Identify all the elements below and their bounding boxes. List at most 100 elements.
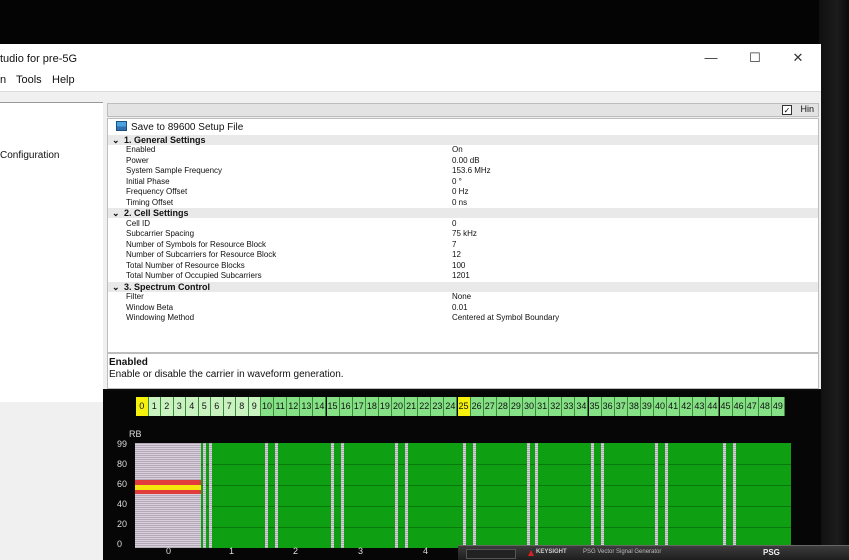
property-row[interactable]: Filter None — [108, 292, 818, 302]
property-value[interactable]: Centered at Symbol Boundary — [452, 313, 559, 323]
subframe-cell[interactable]: 29 — [509, 397, 523, 416]
property-row[interactable]: Window Beta 0.01 — [108, 303, 818, 313]
subframe-cell[interactable]: 32 — [549, 397, 563, 416]
subframe-cell[interactable]: 31 — [536, 397, 550, 416]
property-value[interactable]: 0 ° — [452, 177, 462, 187]
subframe-cell[interactable]: 0 — [136, 397, 149, 416]
subframe-cell[interactable]: 21 — [405, 397, 419, 416]
menu-item-tools[interactable]: Tools — [16, 74, 42, 86]
tree-item-configuration[interactable]: Configuration — [0, 150, 59, 161]
subframe-cell[interactable]: 18 — [365, 397, 379, 416]
subframe-selector[interactable]: 0 1 2 3 4 5 6 7 8 9 10 11 12 13 14 15 16 17 18 19 20 21 22 23 24… — [136, 397, 785, 416]
subframe-cell[interactable]: 22 — [418, 397, 432, 416]
property-value[interactable]: 75 kHz — [452, 229, 477, 239]
subframe-cell[interactable]: 15 — [326, 397, 340, 416]
property-row[interactable]: Enabled On — [108, 145, 818, 155]
subframe-cell[interactable]: 10 — [261, 397, 275, 416]
property-row[interactable]: Initial Phase 0 ° — [108, 177, 818, 187]
property-row[interactable]: Number of Symbols for Resource Block 7 — [108, 240, 818, 250]
subframe-cell[interactable]: 34 — [575, 397, 589, 416]
subframe-cell[interactable]: 13 — [300, 397, 314, 416]
subframe-cell[interactable]: 33 — [562, 397, 576, 416]
subframe-cell[interactable]: 49 — [771, 397, 785, 416]
subframe-cell[interactable]: 23 — [431, 397, 445, 416]
subframe-cell[interactable]: 28 — [496, 397, 510, 416]
subframe-cell[interactable]: 7 — [223, 397, 236, 416]
section-cell-settings[interactable]: ⌄ 2. Cell Settings — [108, 208, 818, 218]
section-general-settings[interactable]: ⌄ 1. General Settings — [108, 135, 818, 145]
property-value[interactable]: 1201 — [452, 271, 470, 281]
subframe-cell[interactable]: 25 — [457, 397, 471, 416]
subframe-cell[interactable]: 19 — [378, 397, 392, 416]
property-row[interactable]: Total Number of Resource Blocks 100 — [108, 261, 818, 271]
subframe-cell[interactable]: 24 — [444, 397, 458, 416]
close-button[interactable]: ✕ — [778, 46, 818, 70]
subframe-cell[interactable]: 2 — [161, 397, 174, 416]
subframe-cell[interactable]: 16 — [339, 397, 353, 416]
window-title: tudio for pre-5G — [0, 53, 78, 65]
subframe-cell[interactable]: 3 — [173, 397, 186, 416]
property-value[interactable]: 0 — [452, 219, 456, 229]
resource-grid-plot[interactable] — [135, 443, 791, 548]
save-setup-button[interactable]: Save to 89600 Setup File — [116, 121, 243, 135]
reference-signal-column — [601, 443, 604, 548]
subframe-cell[interactable]: 8 — [236, 397, 249, 416]
property-value[interactable]: 12 — [452, 250, 461, 260]
hin-checkbox[interactable]: ✓ — [782, 105, 792, 115]
property-value[interactable]: None — [452, 292, 471, 302]
property-row[interactable]: Number of Subcarriers for Resource Block… — [108, 250, 818, 260]
property-row[interactable]: Timing Offset 0 ns — [108, 198, 818, 208]
subframe-cell[interactable]: 47 — [745, 397, 759, 416]
property-name: Initial Phase — [126, 176, 170, 186]
subframe-cell[interactable]: 43 — [693, 397, 707, 416]
property-value[interactable]: 100 — [452, 261, 465, 271]
minimize-button[interactable]: — — [691, 46, 731, 70]
subframe-cell[interactable]: 30 — [523, 397, 537, 416]
property-row[interactable]: Frequency Offset 0 Hz — [108, 187, 818, 197]
property-value[interactable]: 0.00 dB — [452, 156, 480, 166]
section-spectrum-control[interactable]: ⌄ 3. Spectrum Control — [108, 281, 818, 292]
subframe-cell[interactable]: 42 — [680, 397, 694, 416]
subframe-cell[interactable]: 17 — [352, 397, 366, 416]
subframe-cell[interactable]: 35 — [588, 397, 602, 416]
menu-item-partial[interactable]: n — [0, 74, 6, 86]
property-row[interactable]: Subcarrier Spacing 75 kHz — [108, 229, 818, 239]
subframe-cell[interactable]: 9 — [248, 397, 261, 416]
property-row[interactable]: Total Number of Occupied Subcarriers 1201 — [108, 271, 818, 281]
subframe-cell[interactable]: 14 — [313, 397, 327, 416]
subframe-cell[interactable]: 6 — [211, 397, 224, 416]
menu-item-help[interactable]: Help — [52, 74, 75, 86]
property-value[interactable]: 0 Hz — [452, 187, 468, 197]
subframe-cell[interactable]: 37 — [614, 397, 628, 416]
subframe-cell[interactable]: 46 — [732, 397, 746, 416]
property-value[interactable]: 0.01 — [452, 303, 468, 313]
property-name: Cell ID — [126, 218, 151, 228]
property-value[interactable]: 0 ns — [452, 198, 467, 208]
maximize-button[interactable]: ☐ — [735, 46, 775, 70]
subframe-cell[interactable]: 20 — [392, 397, 406, 416]
property-value[interactable]: On — [452, 145, 463, 155]
subframe-cell[interactable]: 4 — [186, 397, 199, 416]
subframe-cell[interactable]: 44 — [706, 397, 720, 416]
subframe-cell[interactable]: 11 — [274, 397, 288, 416]
subframe-cell[interactable]: 45 — [719, 397, 733, 416]
property-name: Windowing Method — [126, 313, 195, 322]
property-value[interactable]: 153.6 MHz — [452, 166, 491, 176]
subframe-cell[interactable]: 38 — [627, 397, 641, 416]
subframe-cell[interactable]: 36 — [601, 397, 615, 416]
subframe-cell[interactable]: 40 — [654, 397, 668, 416]
subframe-cell[interactable]: 5 — [198, 397, 211, 416]
property-row[interactable]: Windowing Method Centered at Symbol Bound… — [108, 313, 818, 323]
property-row[interactable]: Cell ID 0 — [108, 219, 818, 229]
subframe-cell[interactable]: 48 — [758, 397, 772, 416]
subframe-cell[interactable]: 26 — [470, 397, 484, 416]
subframe-cell[interactable]: 27 — [483, 397, 497, 416]
subframe-cell[interactable]: 12 — [287, 397, 301, 416]
property-value[interactable]: 7 — [452, 240, 456, 250]
property-row[interactable]: System Sample Frequency 153.6 MHz — [108, 166, 818, 176]
subframe-cell[interactable]: 39 — [640, 397, 654, 416]
subframe-cell[interactable]: 41 — [667, 397, 681, 416]
property-row[interactable]: Power 0.00 dB — [108, 156, 818, 166]
property-name: Timing Offset — [126, 197, 174, 207]
subframe-cell[interactable]: 1 — [148, 397, 161, 416]
